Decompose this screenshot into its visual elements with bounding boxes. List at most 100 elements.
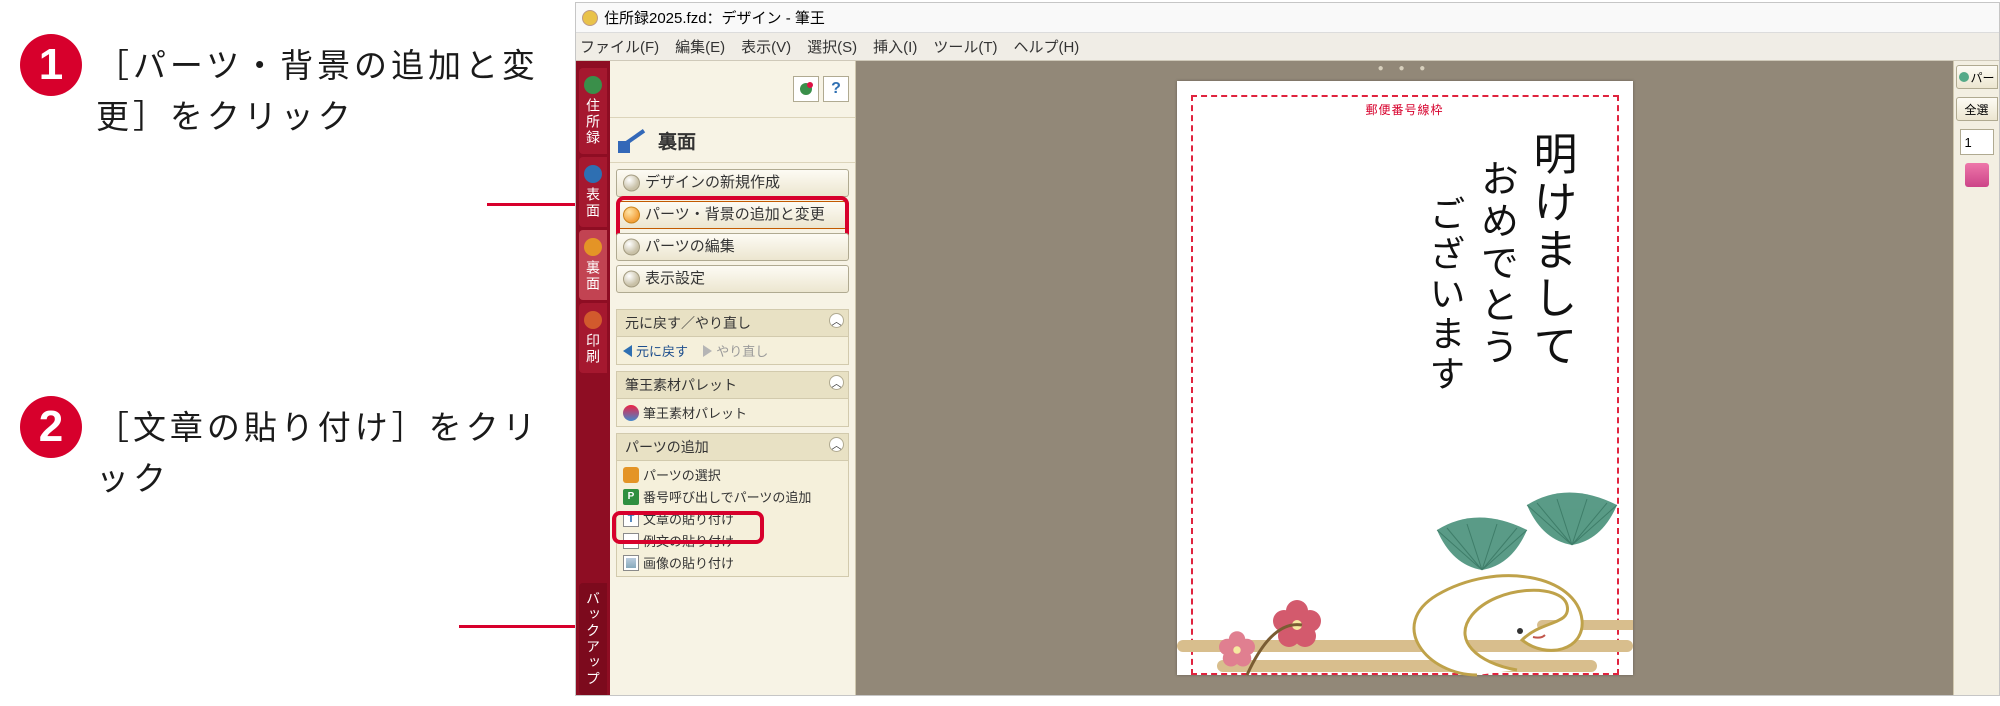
greeting-line-1: 明けまして — [1529, 131, 1573, 395]
undo-icon — [623, 345, 632, 357]
vtab-address-label: 住所録 — [583, 98, 603, 146]
globe-icon — [798, 81, 814, 97]
vtab-front-label: 表面 — [583, 187, 603, 219]
menu-select[interactable]: 選択(S) — [807, 36, 857, 57]
vtab-back[interactable]: 裏面 — [579, 230, 607, 300]
text-paste-label: 文章の貼り付け — [643, 509, 734, 528]
doc-icon — [623, 533, 639, 549]
palette-panel: 筆王素材パレット ︿ 筆王素材パレット — [616, 371, 849, 427]
print-icon — [584, 311, 602, 329]
step-text-2: ［文章の貼り付け］をクリック — [96, 402, 555, 504]
parts-background-button[interactable]: パーツ・背景の追加と変更 — [616, 201, 849, 229]
vtab-backup-label: バックアップ — [583, 591, 603, 687]
undo-panel-header: 元に戻す／やり直し — [625, 315, 751, 331]
undo-row[interactable]: 元に戻す やり直し — [623, 341, 842, 360]
menu-file[interactable]: ファイル(F) — [580, 36, 659, 57]
example-paste-item[interactable]: 例文の貼り付け — [623, 531, 842, 550]
example-paste-label: 例文の貼り付け — [643, 531, 734, 550]
parts-select-label: パーツの選択 — [643, 465, 721, 484]
instruction-step-1: 1 ［パーツ・背景の追加と変更］をクリック — [20, 40, 555, 142]
p-icon: P — [623, 489, 639, 505]
parts-select-icon — [623, 467, 639, 483]
vtab-backup[interactable]: バックアップ — [579, 583, 607, 695]
dock-thumbnail-icon[interactable] — [1965, 163, 1989, 187]
image-paste-item[interactable]: 画像の貼り付け — [623, 553, 842, 572]
vtab-front[interactable]: 表面 — [579, 157, 607, 227]
dot-icon — [623, 271, 640, 288]
collapse-icon[interactable]: ︿ — [829, 375, 844, 390]
dock-tab-parts[interactable]: パー — [1956, 65, 1998, 89]
menu-tool[interactable]: ツール(T) — [933, 36, 997, 57]
menu-view[interactable]: 表示(V) — [741, 36, 791, 57]
menubar: ファイル(F) 編集(E) 表示(V) 選択(S) 挿入(I) ツール(T) ヘ… — [576, 33, 1999, 61]
parts-edit-button[interactable]: パーツの編集 — [616, 233, 849, 261]
undo-label: 元に戻す — [636, 341, 688, 360]
add-parts-header: パーツの追加 — [625, 439, 709, 455]
text-icon: T — [623, 511, 639, 527]
parts-edit-label: パーツの編集 — [645, 238, 735, 255]
panel-header: 裏面 — [610, 117, 855, 163]
back-icon — [584, 238, 602, 256]
window-title: 住所録2025.fzd：デザイン - 筆王 — [604, 7, 825, 28]
side-panel: ? 裏面 デザインの新規作成 パーツ・背景の追加と変更 パーツの編集 表示設定 … — [610, 61, 856, 695]
app-window: 住所録2025.fzd：デザイン - 筆王 ファイル(F) 編集(E) 表示(V… — [575, 2, 2000, 696]
postcard-page[interactable]: 郵便番号線枠 ございます おめでとう 明けまして — [1177, 81, 1633, 675]
image-paste-label: 画像の貼り付け — [643, 553, 734, 572]
app-icon — [582, 10, 598, 26]
right-dock: パー 全選 1 — [1953, 61, 1999, 695]
parts-select-item[interactable]: パーツの選択 — [623, 465, 842, 484]
drag-handle-icon[interactable]: ● ● ● — [1378, 63, 1432, 75]
vtab-print[interactable]: 印刷 — [579, 303, 607, 373]
palette-icon — [623, 405, 639, 421]
collapse-icon[interactable]: ︿ — [829, 313, 844, 328]
menu-help[interactable]: ヘルプ(H) — [1013, 36, 1079, 57]
menu-edit[interactable]: 編集(E) — [675, 36, 725, 57]
dock-item-1[interactable]: 1 — [1960, 129, 1994, 155]
redo-label: やり直し — [716, 341, 768, 360]
image-icon — [623, 555, 639, 571]
dock-select-all-label: 全選 — [1964, 101, 1988, 118]
dock-tab-label: パー — [1970, 69, 1994, 86]
vtab-print-label: 印刷 — [583, 333, 603, 365]
view-settings-button[interactable]: 表示設定 — [616, 265, 849, 293]
palette-item[interactable]: 筆王素材パレット — [623, 403, 842, 422]
dot-icon — [623, 207, 640, 224]
number-call-item[interactable]: P番号呼び出しでパーツの追加 — [623, 487, 842, 506]
pin-icon — [1958, 71, 1970, 83]
text-paste-item[interactable]: T文章の貼り付け — [623, 509, 842, 528]
vtab-address[interactable]: 住所録 — [579, 68, 607, 154]
number-call-label: 番号呼び出しでパーツの追加 — [643, 487, 811, 506]
greeting-line-3: ございます — [1427, 131, 1463, 395]
dock-select-all[interactable]: 全選 — [1956, 97, 1998, 121]
vertical-tab-strip: 住所録 表面 裏面 印刷 バックアップ — [576, 61, 610, 695]
step-number-2: 2 — [20, 396, 82, 458]
parts-background-label: パーツ・背景の追加と変更 — [645, 206, 825, 223]
step-text-1: ［パーツ・背景の追加と変更］をクリック — [96, 40, 555, 142]
postal-guide-label: 郵便番号線枠 — [1361, 101, 1447, 118]
dot-icon — [623, 239, 640, 256]
address-icon — [584, 76, 602, 94]
help-icon: ? — [831, 80, 841, 98]
step-number-1: 1 — [20, 34, 82, 96]
dock-item-1-label: 1 — [1965, 135, 1972, 150]
redo-icon — [703, 345, 712, 357]
greeting-line-2: おめでとう — [1477, 131, 1515, 395]
new-design-label: デザインの新規作成 — [645, 174, 780, 191]
snake-illustration — [1177, 475, 1633, 685]
instruction-step-2: 2 ［文章の貼り付け］をクリック — [20, 402, 555, 504]
undo-panel: 元に戻す／やり直し ︿ 元に戻す やり直し — [616, 309, 849, 365]
view-settings-label: 表示設定 — [645, 270, 705, 287]
panel-header-label: 裏面 — [658, 127, 696, 154]
collapse-icon[interactable]: ︿ — [829, 437, 844, 452]
menu-insert[interactable]: 挿入(I) — [873, 36, 917, 57]
help-button[interactable]: ? — [823, 76, 849, 102]
add-parts-panel: パーツの追加 ︿ パーツの選択 P番号呼び出しでパーツの追加 T文章の貼り付け 例… — [616, 433, 849, 577]
canvas-area[interactable]: ● ● ● 郵便番号線枠 ございます おめでとう 明けまして — [856, 61, 1953, 695]
dot-icon — [623, 175, 640, 192]
front-icon — [584, 165, 602, 183]
panel-tool-button[interactable] — [793, 76, 819, 102]
palette-header: 筆王素材パレット — [625, 377, 737, 393]
new-design-button[interactable]: デザインの新規作成 — [616, 169, 849, 197]
brush-icon — [618, 125, 652, 155]
palette-item-label: 筆王素材パレット — [643, 403, 747, 422]
